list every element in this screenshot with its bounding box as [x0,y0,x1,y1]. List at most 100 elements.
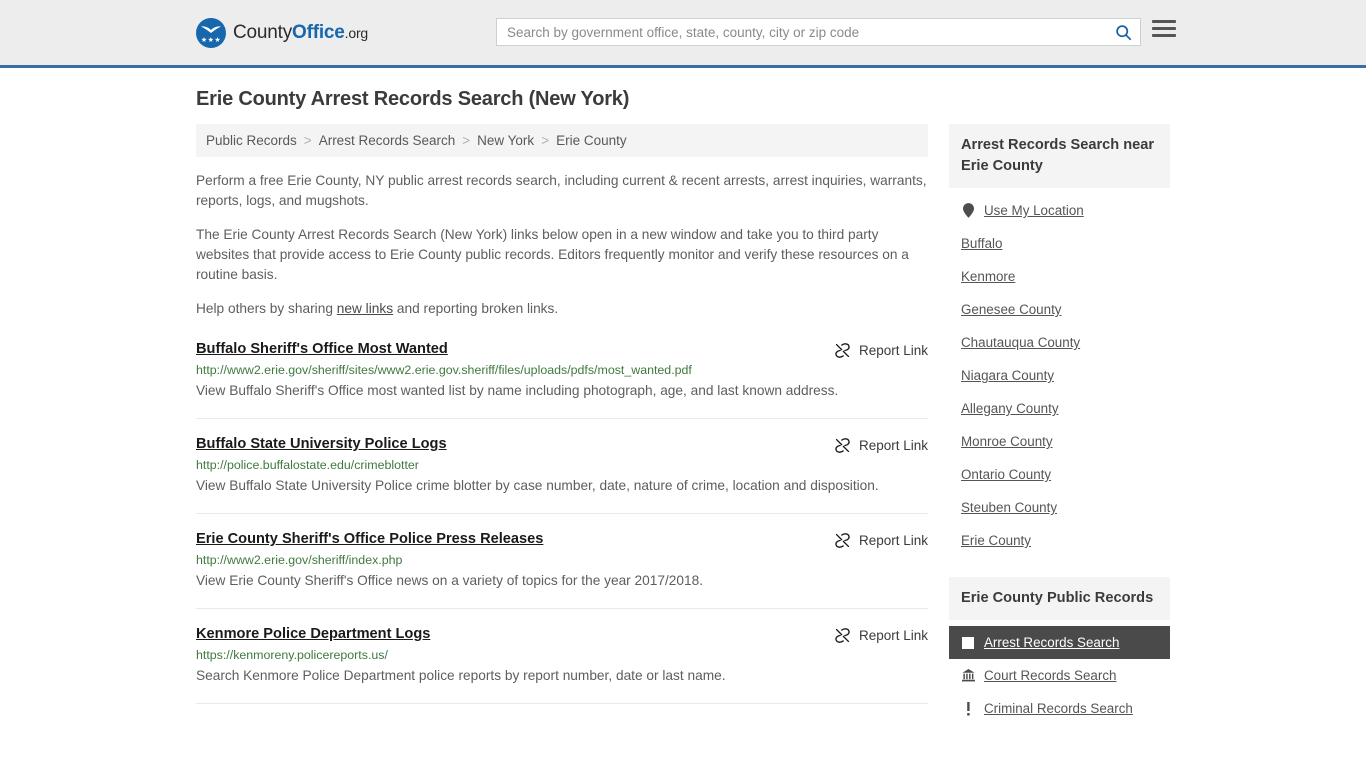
nearby-item-label: Allegany County [961,401,1059,416]
nearby-list-item[interactable]: Buffalo [949,227,1170,260]
nearby-list-item[interactable]: Ontario County [949,458,1170,491]
nearby-item-label: Kenmore [961,269,1016,284]
result-title-link[interactable]: Buffalo Sheriff's Office Most Wanted [196,341,448,357]
nearby-item-label: Ontario County [961,467,1052,482]
nearby-list-item[interactable]: Niagara County [949,359,1170,392]
report-link-button[interactable]: Report Link [834,626,928,644]
result-item: Buffalo Sheriff's Office Most Wanted Repo… [196,341,928,419]
result-title-link[interactable]: Erie County Sheriff's Office Police Pres… [196,531,543,547]
unlink-icon [835,628,850,643]
nearby-list-item[interactable]: Chautauqua County [949,326,1170,359]
nearby-searches-list: Use My Location Buffalo Kenmore Genesee Cou… [949,188,1170,557]
report-link-label: Report Link [858,438,928,453]
eagle-wings-icon [201,25,221,33]
result-description: Search Kenmore Police Department police … [196,668,726,683]
breadcrumb-separator: > [462,133,471,148]
map-pin-icon [961,203,975,218]
nearby-list-item[interactable]: Genesee County [949,293,1170,326]
result-item: Kenmore Police Department Logs Report Lin… [196,626,928,704]
breadcrumb-item[interactable]: Arrest Records Search [319,133,456,148]
unlink-icon [835,343,850,358]
logo-text-county: County [233,21,293,43]
breadcrumb-separator: > [541,133,550,148]
sidebar: Arrest Records Search near Erie County U… [949,124,1170,745]
breadcrumb-item[interactable]: New York [477,133,534,148]
result-description: View Erie County Sheriff's Office news o… [196,573,704,588]
report-link-button[interactable]: Report Link [834,531,928,549]
result-title-link[interactable]: Kenmore Police Department Logs [196,626,430,642]
content-columns: Public Records > Arrest Records Search > New… [196,124,1170,745]
handcuffs-icon [961,636,975,649]
courthouse-icon [961,669,975,682]
hamburger-bar [1152,34,1176,37]
nearby-list-item[interactable]: Monroe County [949,425,1170,458]
nearby-list-item[interactable]: Erie County [949,524,1170,557]
result-item: Buffalo State University Police Logs Repo… [196,436,928,514]
eagle-shield-logo-icon: ★★★ [196,17,226,48]
public-records-box: Erie County Public Records Arrest Record… [949,577,1170,725]
logo-text-office: Office [292,21,345,43]
result-title-link[interactable]: Buffalo State University Police Logs [196,436,447,452]
nearby-list-item[interactable]: Use My Location [949,194,1170,227]
unlink-icon [835,533,850,548]
search-bar[interactable] [496,18,1141,46]
result-url[interactable]: http://police.buffalostate.edu/crimeblot… [196,458,928,472]
breadcrumb-separator: > [303,133,312,148]
nearby-item-label: Steuben County [961,500,1058,515]
result-url[interactable]: http://www2.erie.gov/sheriff/index.php [196,553,928,567]
site-header: ★★★ CountyOffice.org [0,0,1366,68]
breadcrumb: Public Records > Arrest Records Search > New… [196,124,928,157]
report-link-label: Report Link [858,533,928,548]
nearby-item-label: Monroe County [961,434,1053,449]
breadcrumb-item[interactable]: Erie County [556,133,627,148]
report-link-button[interactable]: Report Link [834,341,928,359]
public-records-item[interactable]: Arrest Records Search [949,626,1170,659]
intro-paragraph-1: Perform a free Erie County, NY public ar… [196,173,927,208]
nearby-item-label: Genesee County [961,302,1062,317]
nearby-searches-heading: Arrest Records Search near Erie County [949,124,1170,188]
nearby-item-label: Buffalo [961,236,1003,251]
site-logo[interactable]: ★★★ CountyOffice.org [196,17,368,48]
nearby-searches-box: Arrest Records Search near Erie County U… [949,124,1170,557]
result-description: View Buffalo Sheriff's Office most wante… [196,383,839,398]
search-button[interactable] [1106,19,1140,45]
search-input[interactable] [497,19,1106,45]
public-records-list: Arrest Records Search Court Records Searc… [949,620,1170,725]
three-stars-icon: ★★★ [200,36,222,44]
intro-text: Perform a free Erie County, NY public ar… [196,171,928,319]
public-records-item[interactable]: Court Records Search [949,659,1170,692]
intro-paragraph-3: Help others by sharing new links and rep… [196,299,928,319]
page-title: Erie County Arrest Records Search (New Y… [196,88,630,110]
report-link-button[interactable]: Report Link [834,436,928,454]
result-header: Buffalo Sheriff's Office Most Wanted Repo… [196,341,928,359]
nearby-item-label: Chautauqua County [961,335,1081,350]
result-url[interactable]: http://www2.erie.gov/sheriff/sites/www2.… [196,363,928,377]
result-header: Kenmore Police Department Logs Report Lin… [196,626,928,644]
result-header: Erie County Sheriff's Office Police Pres… [196,531,928,549]
hamburger-menu-icon[interactable] [1152,20,1176,37]
public-records-item[interactable]: Criminal Records Search [949,692,1170,725]
nearby-list-item[interactable]: Kenmore [949,260,1170,293]
result-url[interactable]: https://kenmoreny.policereports.us/ [196,648,928,662]
result-item: Erie County Sheriff's Office Police Pres… [196,531,928,609]
intro-p3-before: Help others by sharing [196,301,337,316]
public-records-item-label: Arrest Records Search [984,635,1120,650]
results-list: Buffalo Sheriff's Office Most Wanted Repo… [196,341,928,704]
intro-paragraph-2: The Erie County Arrest Records Search (N… [196,227,909,282]
result-description: View Buffalo State University Police cri… [196,478,879,493]
logo-text: CountyOffice.org [233,22,368,44]
main-column: Public Records > Arrest Records Search > New… [196,124,928,721]
hamburger-bar [1152,27,1176,30]
new-links-link[interactable]: new links [337,301,393,316]
report-link-label: Report Link [858,343,928,358]
nearby-list-item[interactable]: Steuben County [949,491,1170,524]
public-records-item-label: Criminal Records Search [984,701,1133,716]
exclamation-icon [961,701,975,716]
nearby-list-item[interactable]: Allegany County [949,392,1170,425]
intro-p3-after: and reporting broken links. [393,301,559,316]
breadcrumb-item[interactable]: Public Records [206,133,297,148]
nearby-item-label: Use My Location [984,203,1084,218]
hamburger-bar [1152,20,1176,23]
report-link-label: Report Link [858,628,928,643]
page-container: Erie County Arrest Records Search (New Y… [0,88,1366,745]
